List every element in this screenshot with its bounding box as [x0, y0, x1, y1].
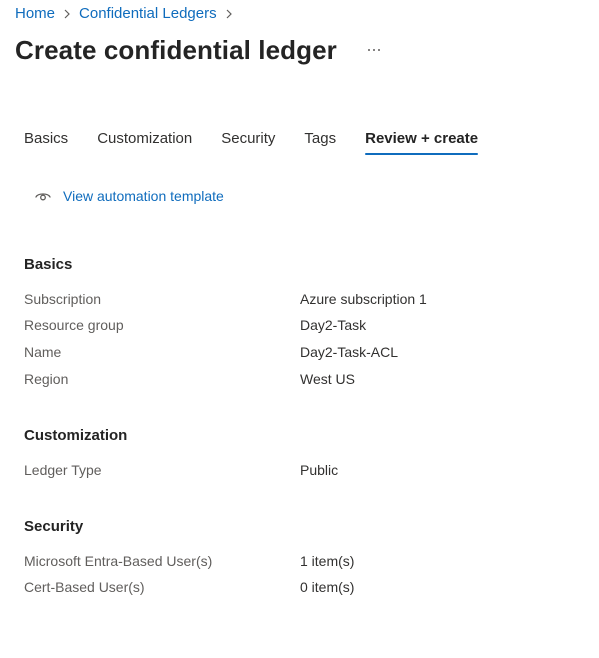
tab-customization[interactable]: Customization [97, 128, 192, 155]
row-label: Name [24, 344, 62, 360]
row-value: Day2-Task [300, 317, 367, 333]
page-title: Create confidential ledger [15, 35, 337, 65]
row-value: Day2-Task-ACL [300, 344, 399, 360]
breadcrumb-confidential-ledgers[interactable]: Confidential Ledgers [79, 4, 217, 24]
tab-strip: Basics Customization Security Tags Revie… [24, 128, 507, 155]
automation-link-label: View automation template [63, 188, 224, 204]
row-label: Cert-Based User(s) [24, 579, 145, 595]
section-heading-basics: Basics [24, 256, 73, 273]
review-create-page: Home Confidential Ledgers Create confide… [0, 0, 599, 658]
eye-icon [35, 193, 51, 201]
row-value: Public [300, 462, 339, 478]
row-label: Resource group [24, 317, 124, 333]
tab-basics[interactable]: Basics [24, 128, 68, 155]
row-label: Microsoft Entra-Based User(s) [24, 553, 213, 569]
row-value: 1 item(s) [300, 553, 355, 569]
tab-tags[interactable]: Tags [304, 128, 336, 155]
chevron-right-icon [221, 4, 237, 24]
row-value: 0 item(s) [300, 579, 355, 595]
row-label: Region [24, 371, 69, 387]
section-heading-customization: Customization [24, 427, 128, 444]
row-label: Ledger Type [24, 462, 102, 478]
chevron-right-icon [59, 4, 75, 24]
row-value: West US [300, 371, 355, 387]
view-automation-template-link[interactable]: View automation template [34, 186, 224, 206]
more-options-button[interactable] [363, 39, 385, 61]
title-row: Create confidential ledger [15, 32, 385, 68]
more-icon [367, 49, 380, 51]
row-label: Subscription [24, 291, 102, 307]
tab-security[interactable]: Security [221, 128, 275, 155]
breadcrumb: Home Confidential Ledgers [15, 4, 241, 24]
tab-review-create[interactable]: Review + create [365, 128, 479, 155]
breadcrumb-home[interactable]: Home [15, 4, 55, 24]
row-value: Azure subscription 1 [300, 291, 427, 307]
section-heading-security: Security [24, 518, 84, 535]
